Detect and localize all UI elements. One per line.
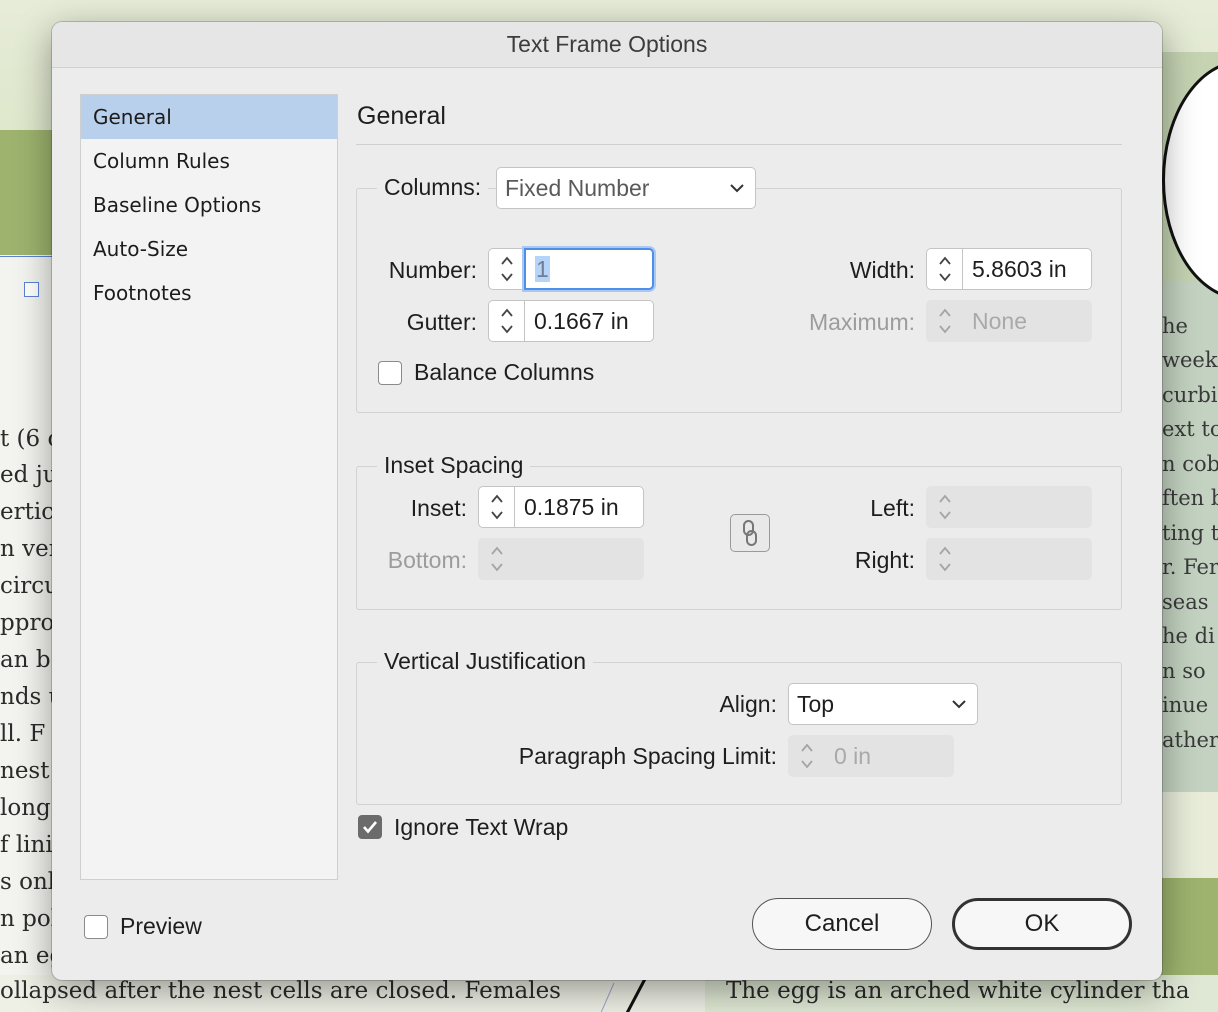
maximum-label: Maximum: bbox=[808, 309, 915, 335]
cancel-button[interactable]: Cancel bbox=[752, 898, 932, 950]
stepper-arrows-icon[interactable] bbox=[478, 486, 514, 528]
sidebar-item-footnotes[interactable]: Footnotes bbox=[81, 271, 337, 315]
stepper-arrows-icon[interactable] bbox=[926, 248, 962, 290]
dialog-title: Text Frame Options bbox=[506, 31, 708, 57]
bg-text-line: ppro bbox=[0, 610, 55, 636]
chevron-down-icon bbox=[730, 184, 744, 193]
bg-text-line: n cob bbox=[1162, 452, 1218, 476]
checkmark-icon bbox=[363, 821, 377, 834]
bg-text-line: long bbox=[0, 795, 51, 821]
bg-text-line: curbi bbox=[1162, 383, 1218, 407]
columns-type-dropdown[interactable]: Fixed Number bbox=[496, 167, 756, 209]
paragraph-spacing-limit-stepper: 0 in bbox=[788, 735, 954, 777]
stepper-arrows-icon bbox=[926, 300, 962, 342]
bg-selection-line bbox=[0, 256, 60, 257]
inset-spacing-legend: Inset Spacing bbox=[377, 452, 531, 479]
bg-text-line: n pol bbox=[0, 906, 59, 932]
bg-text-line: ext to bbox=[1162, 417, 1218, 441]
bottom-stepper bbox=[478, 538, 644, 580]
bg-text-line: s onl bbox=[0, 869, 56, 895]
bg-text-line: inue bbox=[1162, 693, 1209, 717]
stepper-arrows-icon[interactable] bbox=[488, 300, 524, 342]
gutter-input[interactable]: 0.1667 in bbox=[524, 300, 654, 342]
vertical-justification-legend: Vertical Justification bbox=[377, 648, 593, 675]
paragraph-spacing-limit-input: 0 in bbox=[824, 735, 954, 777]
bg-text-line: ed ju bbox=[0, 462, 58, 488]
chevron-down-icon bbox=[952, 700, 966, 709]
maximum-stepper: None bbox=[926, 300, 1092, 342]
align-dropdown[interactable]: Top bbox=[788, 683, 978, 725]
bg-text-line: he di bbox=[1162, 624, 1215, 648]
dialog-titlebar: Text Frame Options bbox=[52, 22, 1162, 68]
bg-bottom-text-right: The egg is an arched white cylinder tha bbox=[726, 978, 1190, 1004]
right-label: Right: bbox=[854, 547, 915, 573]
preview-checkbox[interactable] bbox=[84, 915, 108, 939]
columns-type-value: Fixed Number bbox=[505, 175, 650, 201]
ok-button[interactable]: OK bbox=[952, 898, 1132, 950]
stepper-arrows-icon bbox=[926, 486, 962, 528]
bg-text-line: ften b bbox=[1162, 486, 1218, 510]
bg-text-line: ertic bbox=[0, 499, 55, 525]
bottom-label: Bottom: bbox=[387, 547, 467, 573]
bg-bottom-text-left: ollapsed after the nest cells are closed… bbox=[0, 978, 561, 1004]
preview-label: Preview bbox=[120, 913, 202, 939]
section-title: General bbox=[357, 102, 446, 130]
bg-text-line: circu bbox=[0, 573, 59, 599]
left-input bbox=[962, 486, 1092, 528]
number-input[interactable]: 1 bbox=[535, 256, 550, 282]
stepper-arrows-icon bbox=[478, 538, 514, 580]
inset-stepper[interactable]: 0.1875 in bbox=[478, 486, 644, 528]
balance-columns-label: Balance Columns bbox=[414, 359, 595, 385]
frame-handle[interactable] bbox=[24, 282, 39, 297]
number-stepper[interactable]: 1 bbox=[488, 248, 654, 290]
bg-text-line: he bbox=[1162, 314, 1188, 338]
maximum-input: None bbox=[962, 300, 1092, 342]
bg-text-line: week bbox=[1162, 348, 1218, 372]
sidebar-item-auto-size[interactable]: Auto-Size bbox=[81, 227, 337, 271]
columns-legend: Columns: bbox=[377, 174, 489, 201]
stepper-arrows-icon[interactable] bbox=[488, 248, 524, 290]
width-label: Width: bbox=[849, 257, 915, 283]
bg-green-block-left bbox=[0, 130, 60, 255]
bottom-input bbox=[514, 538, 644, 580]
left-label: Left: bbox=[870, 495, 915, 521]
bg-text-line: an b bbox=[0, 647, 51, 673]
inset-input[interactable]: 0.1875 in bbox=[514, 486, 644, 528]
bg-text-line: seas bbox=[1162, 590, 1209, 614]
align-label: Align: bbox=[719, 691, 777, 717]
bg-text-line: ting t bbox=[1162, 521, 1218, 545]
bg-text-line: ather bbox=[1162, 728, 1218, 752]
right-stepper bbox=[926, 538, 1092, 580]
balance-columns-checkbox[interactable] bbox=[378, 361, 402, 385]
inset-label: Inset: bbox=[410, 495, 467, 521]
gutter-label: Gutter: bbox=[406, 309, 477, 335]
ignore-text-wrap-label: Ignore Text Wrap bbox=[394, 814, 569, 840]
category-sidebar: General Column Rules Baseline Options Au… bbox=[80, 94, 338, 880]
right-input bbox=[962, 538, 1092, 580]
sidebar-item-baseline-options[interactable]: Baseline Options bbox=[81, 183, 337, 227]
sidebar-item-general[interactable]: General bbox=[81, 95, 337, 139]
bg-text-line: nest bbox=[0, 758, 50, 784]
bg-text-line: n so bbox=[1162, 659, 1206, 683]
ignore-text-wrap-checkbox[interactable] bbox=[358, 815, 382, 839]
left-stepper bbox=[926, 486, 1092, 528]
stepper-arrows-icon bbox=[788, 735, 824, 777]
bg-green-block-bottom-right bbox=[1160, 878, 1218, 978]
width-input[interactable]: 5.8603 in bbox=[962, 248, 1092, 290]
gutter-stepper[interactable]: 0.1667 in bbox=[488, 300, 654, 342]
text-frame-options-dialog: Text Frame Options General Column Rules … bbox=[52, 22, 1162, 980]
align-value: Top bbox=[797, 691, 835, 717]
width-stepper[interactable]: 5.8603 in bbox=[926, 248, 1092, 290]
paragraph-spacing-limit-label: Paragraph Spacing Limit: bbox=[518, 743, 777, 769]
bg-text-line: r. Fer bbox=[1162, 555, 1218, 579]
number-label: Number: bbox=[388, 257, 477, 283]
bg-diagonal-rule bbox=[600, 976, 648, 1012]
vertical-justification-group bbox=[356, 662, 1122, 805]
bg-text-line: n ver bbox=[0, 536, 60, 562]
section-divider bbox=[356, 144, 1122, 145]
sidebar-item-column-rules[interactable]: Column Rules bbox=[81, 139, 337, 183]
stepper-arrows-icon bbox=[926, 538, 962, 580]
bg-text-line: ll. F bbox=[0, 721, 46, 747]
